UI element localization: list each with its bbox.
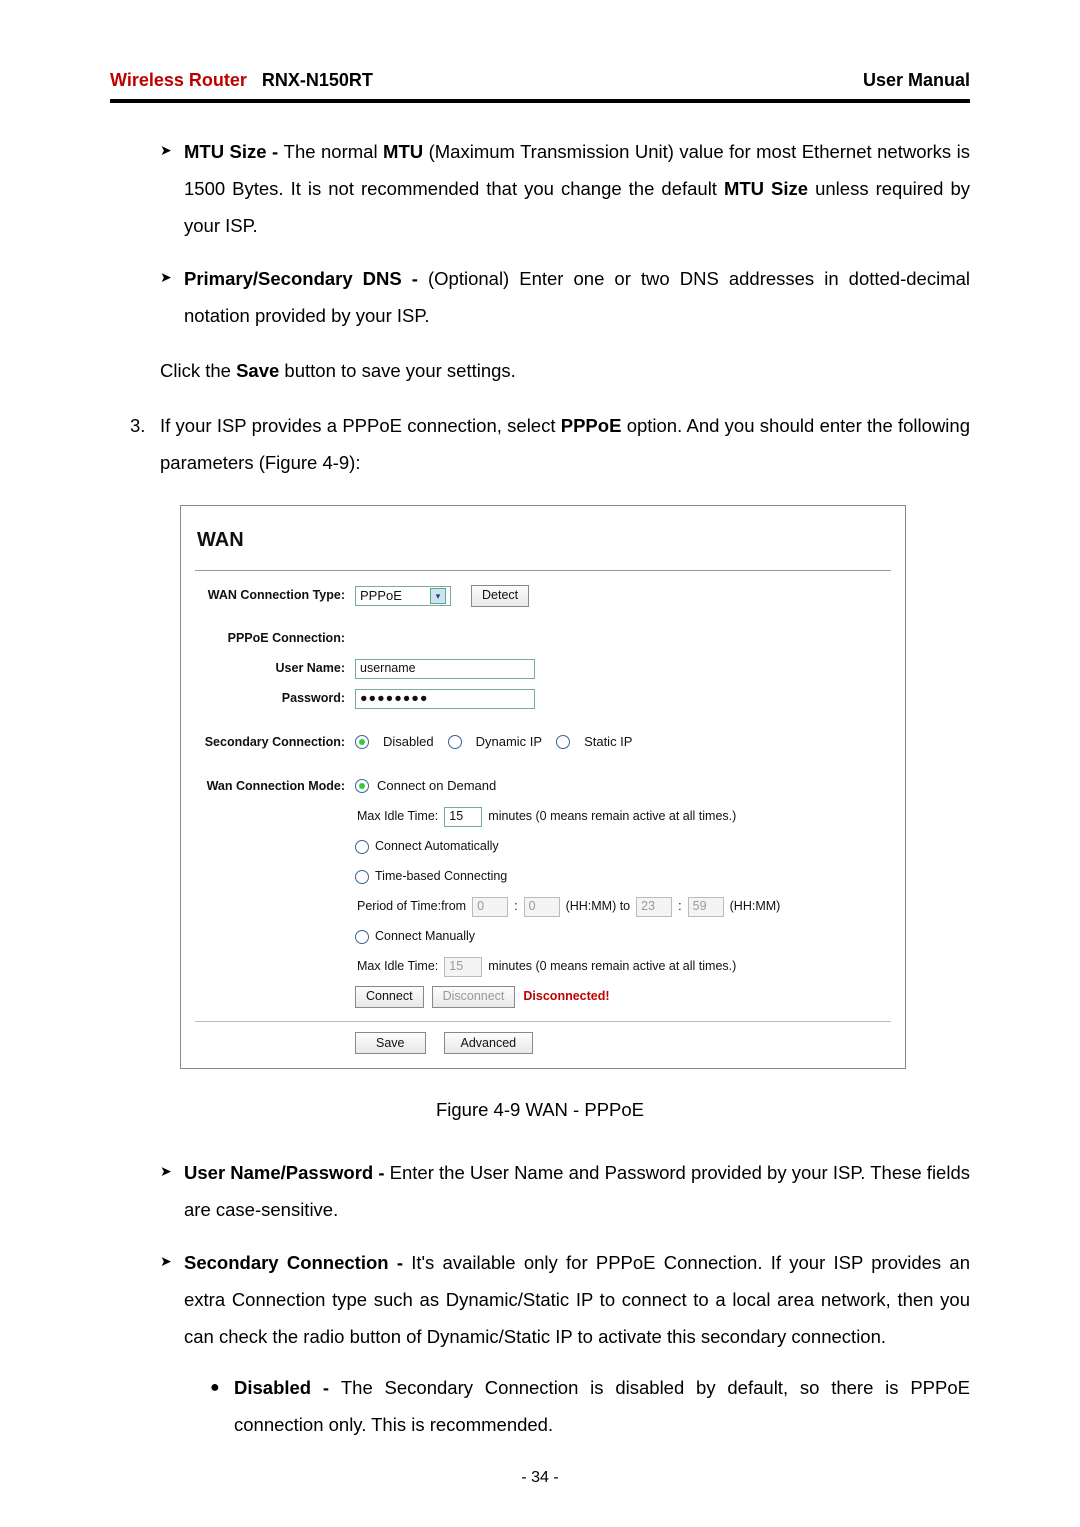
page-number: - 34 -	[0, 1469, 1080, 1487]
mode-auto-radio[interactable]	[355, 840, 369, 854]
advanced-button[interactable]: Advanced	[444, 1032, 534, 1054]
figure-divider	[195, 570, 891, 571]
period-hhmm: (HH:MM)	[730, 894, 781, 919]
wan-type-select[interactable]: PPPoE ▾	[355, 586, 451, 606]
secondary-static-label: Static IP	[584, 729, 632, 755]
username-label: User Name:	[195, 656, 355, 681]
save-button[interactable]: Save	[355, 1032, 426, 1054]
figure-caption: Figure 4-9 WAN - PPPoE	[110, 1091, 970, 1128]
brand-label: Wireless Router	[110, 70, 247, 90]
max-idle-input-1[interactable]: 15	[444, 807, 482, 827]
userpw-paragraph: User Name/Password - Enter the User Name…	[184, 1154, 970, 1228]
disconnect-button[interactable]: Disconnect	[432, 986, 516, 1008]
pppoe-section-label: PPPoE Connection:	[195, 626, 355, 651]
figure-divider	[195, 1021, 891, 1022]
secondary-dynamic-radio[interactable]	[448, 735, 462, 749]
model-label: RNX-N150RT	[262, 70, 373, 90]
bullet-icon: ➤	[160, 260, 184, 334]
bullet-icon: ➤	[160, 1244, 184, 1355]
disabled-paragraph: Disabled - The Secondary Connection is d…	[234, 1369, 970, 1443]
figure-wan-pppoe: WAN WAN Connection Type: PPPoE ▾ Detect …	[180, 505, 906, 1069]
header-divider	[110, 99, 970, 103]
secondary-dynamic-label: Dynamic IP	[476, 729, 542, 755]
secondary-conn-paragraph: Secondary Connection - It's available on…	[184, 1244, 970, 1355]
max-idle-suffix-1: minutes (0 means remain active at all ti…	[488, 804, 736, 829]
page-header: Wireless Router RNX-N150RT User Manual	[110, 70, 970, 97]
wan-type-label: WAN Connection Type:	[195, 583, 355, 608]
period-from-mm[interactable]: 0	[524, 897, 560, 917]
dot-icon: ●	[210, 1369, 234, 1443]
user-manual-label: User Manual	[863, 70, 970, 91]
mode-time-label: Time-based Connecting	[375, 864, 507, 889]
connect-button[interactable]: Connect	[355, 986, 424, 1008]
detect-button[interactable]: Detect	[471, 585, 529, 607]
mode-auto-label: Connect Automatically	[375, 834, 499, 859]
max-idle-label-1: Max Idle Time:	[357, 804, 438, 829]
step3-paragraph: If your ISP provides a PPPoE connection,…	[160, 407, 970, 481]
figure-title: WAN	[195, 516, 891, 566]
period-hhmm-to: (HH:MM) to	[566, 894, 631, 919]
dns-paragraph: Primary/Secondary DNS - (Optional) Enter…	[184, 260, 970, 334]
password-label: Password:	[195, 686, 355, 711]
secondary-disabled-label: Disabled	[383, 729, 434, 755]
conn-mode-label: Wan Connection Mode:	[195, 773, 355, 799]
period-label: Period of Time:from	[357, 894, 466, 919]
max-idle-suffix-2: minutes (0 means remain active at all ti…	[488, 954, 736, 979]
wan-type-value: PPPoE	[360, 583, 402, 609]
period-to-mm[interactable]: 59	[688, 897, 724, 917]
mode-manual-radio[interactable]	[355, 930, 369, 944]
bullet-icon: ➤	[160, 1154, 184, 1228]
secondary-conn-label: Secondary Connection:	[195, 730, 355, 755]
step-number: 3.	[130, 407, 160, 481]
save-instruction: Click the Save button to save your setti…	[160, 352, 970, 389]
connection-status: Disconnected!	[523, 984, 609, 1009]
chevron-down-icon: ▾	[430, 588, 446, 604]
mtu-paragraph: MTU Size - The normal MTU (Maximum Trans…	[184, 133, 970, 244]
mode-demand-radio[interactable]	[355, 779, 369, 793]
password-input[interactable]: ●●●●●●●●	[355, 689, 535, 709]
period-to-hh[interactable]: 23	[636, 897, 672, 917]
bullet-icon: ➤	[160, 133, 184, 244]
max-idle-input-2[interactable]: 15	[444, 957, 482, 977]
mode-manual-label: Connect Manually	[375, 924, 475, 949]
max-idle-label-2: Max Idle Time:	[357, 954, 438, 979]
period-from-hh[interactable]: 0	[472, 897, 508, 917]
username-input[interactable]: username	[355, 659, 535, 679]
mode-demand-label: Connect on Demand	[377, 773, 496, 799]
secondary-disabled-radio[interactable]	[355, 735, 369, 749]
secondary-static-radio[interactable]	[556, 735, 570, 749]
mode-time-radio[interactable]	[355, 870, 369, 884]
